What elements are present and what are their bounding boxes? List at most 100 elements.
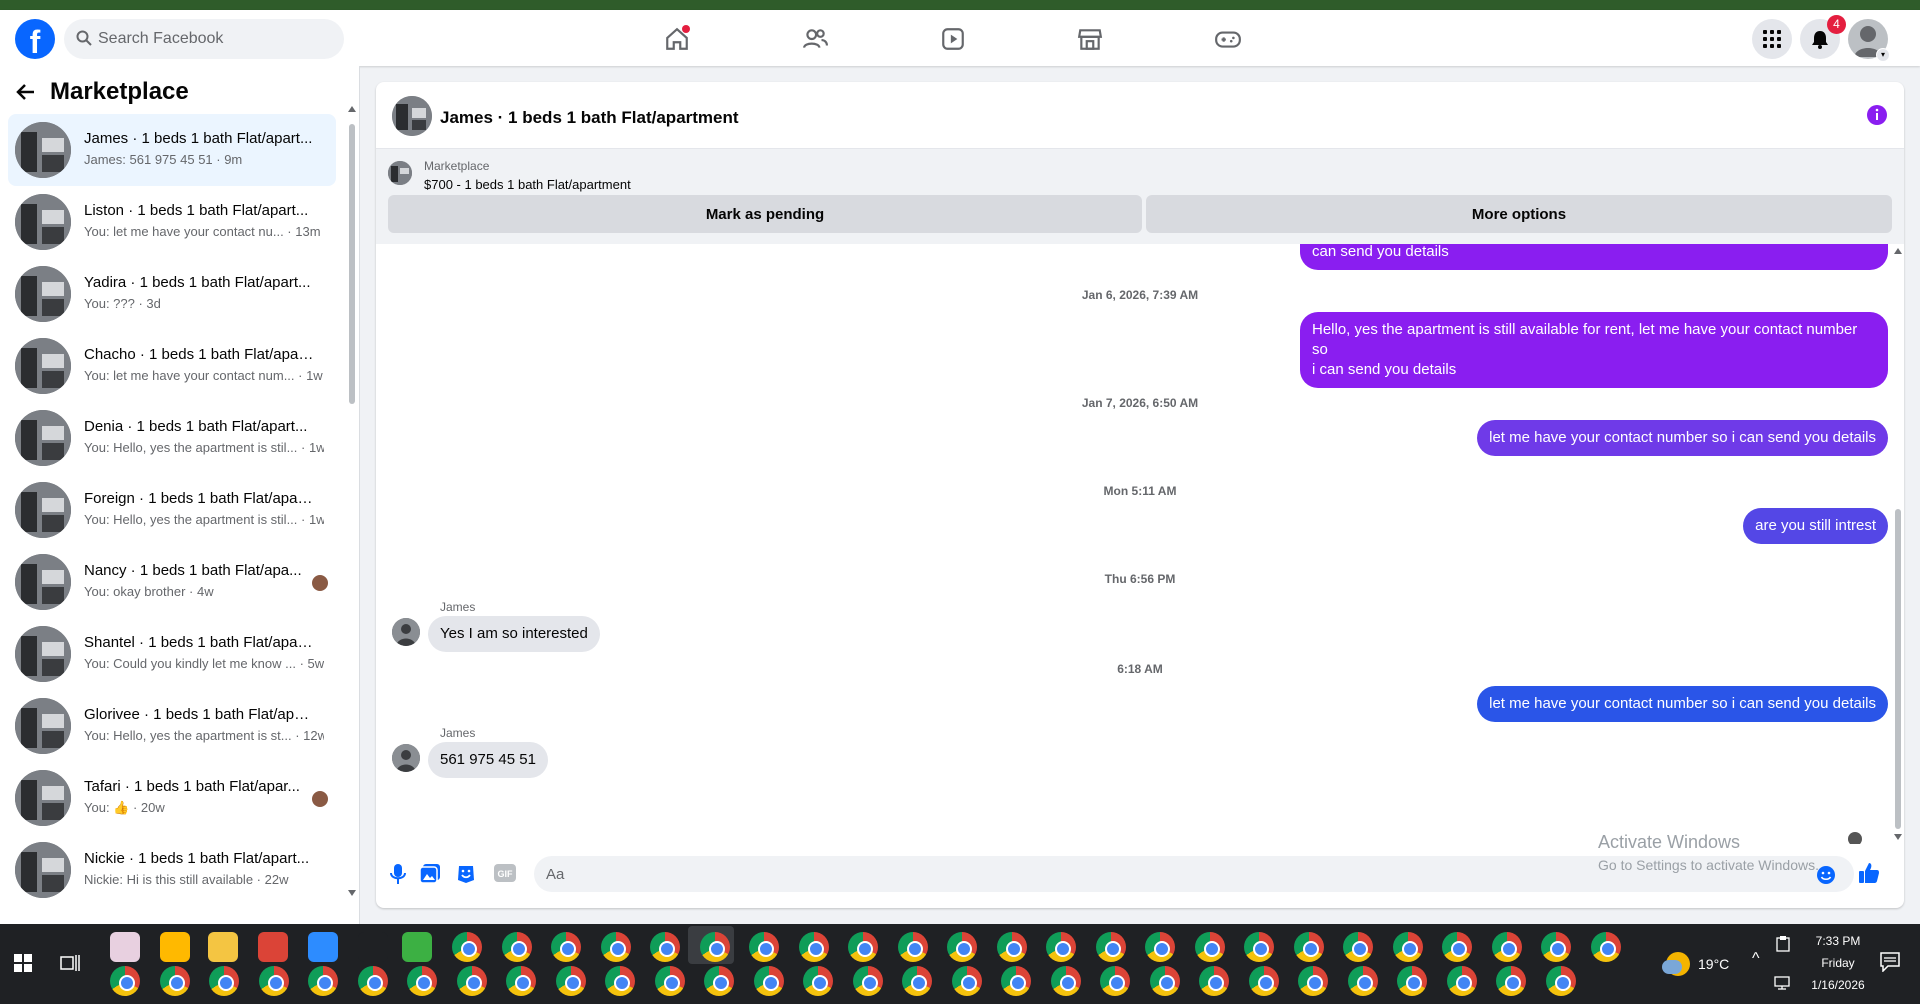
conversation-item[interactable]: James · 1 beds 1 bath Flat/apart... James… (8, 114, 336, 186)
chrome-window-icon[interactable] (551, 932, 581, 962)
nav-marketplace[interactable] (1060, 19, 1120, 59)
chrome-window-icon[interactable] (308, 966, 338, 996)
nav-gaming[interactable] (1198, 19, 1258, 59)
chrome-window-icon[interactable] (1199, 966, 1229, 996)
chat-title[interactable]: James · 1 beds 1 bath Flat/apartment (440, 108, 739, 128)
sender-avatar[interactable] (392, 618, 420, 646)
chrome-window-icon[interactable] (506, 966, 536, 996)
windows-start-icon[interactable] (14, 954, 32, 972)
scroll-down-icon[interactable] (348, 890, 356, 896)
scroll-up-icon[interactable] (1894, 248, 1902, 254)
emoji-icon[interactable] (1816, 865, 1836, 885)
chevron-up-icon[interactable]: ^ (1752, 950, 1760, 968)
conversation-item[interactable]: Chacho · 1 beds 1 bath Flat/apar... You: … (8, 330, 336, 402)
sidebar-scrollbar[interactable] (348, 106, 356, 896)
chrome-window-icon[interactable] (110, 966, 140, 996)
clock-time[interactable]: 7:33 PM (1808, 934, 1868, 948)
more-options-button[interactable]: More options (1146, 195, 1892, 233)
clock-date[interactable]: 1/16/2026 (1808, 978, 1868, 992)
chrome-window-icon[interactable] (1145, 932, 1175, 962)
copilot-icon[interactable] (160, 932, 190, 962)
network-icon[interactable] (1774, 976, 1790, 990)
clock-day[interactable]: Friday (1808, 956, 1868, 970)
conversation-item[interactable]: Yadira · 1 beds 1 bath Flat/apart... You:… (8, 258, 336, 330)
chrome-window-icon[interactable] (898, 932, 928, 962)
chat-scroll-thumb[interactable] (1895, 509, 1901, 829)
thumbs-up-icon[interactable] (1858, 862, 1880, 884)
chrome-window-icon[interactable] (1244, 932, 1274, 962)
chevron-down-icon[interactable]: ▾ (1876, 48, 1890, 62)
conversation-item[interactable]: Nancy · 1 beds 1 bath Flat/apa... You: ok… (8, 546, 336, 618)
search-box[interactable] (64, 19, 344, 59)
conversation-item[interactable]: Liston · 1 beds 1 bath Flat/apart... You:… (8, 186, 336, 258)
notifications-button[interactable]: 4 (1800, 15, 1846, 59)
chrome-window-icon[interactable] (209, 966, 239, 996)
chrome-window-icon[interactable] (1249, 966, 1279, 996)
chrome-window-icon[interactable] (1195, 932, 1225, 962)
photo-icon[interactable] (420, 864, 440, 884)
paint-app-icon[interactable] (110, 932, 140, 962)
sidebar-scroll-thumb[interactable] (349, 124, 355, 404)
conversation-item[interactable]: Tafari · 1 beds 1 bath Flat/apar... You: … (8, 762, 336, 834)
message-bubble-outgoing[interactable]: let me have your contact number so i can… (1477, 686, 1888, 722)
chrome-window-icon[interactable] (601, 932, 631, 962)
nav-video[interactable] (923, 19, 983, 59)
chrome-window-icon[interactable] (1393, 932, 1423, 962)
chrome-window-icon[interactable] (947, 932, 977, 962)
chrome-window-icon[interactable] (754, 966, 784, 996)
chrome-window-icon[interactable] (1348, 966, 1378, 996)
chrome-window-icon[interactable] (1447, 966, 1477, 996)
chrome-window-icon[interactable] (799, 932, 829, 962)
nav-friends[interactable] (785, 19, 845, 59)
chrome-window-icon[interactable] (1294, 932, 1324, 962)
chrome-window-icon[interactable] (853, 966, 883, 996)
conversation-item[interactable]: Foreign · 1 beds 1 bath Flat/apar... You:… (8, 474, 336, 546)
chrome-window-icon[interactable] (160, 966, 190, 996)
action-center-icon[interactable] (1880, 952, 1900, 972)
chrome-window-icon[interactable] (457, 966, 487, 996)
chrome-window-icon[interactable] (1001, 966, 1031, 996)
vs-app-icon[interactable] (358, 932, 388, 962)
chrome-window-icon[interactable] (1541, 932, 1571, 962)
chrome-window-icon[interactable] (1100, 966, 1130, 996)
chrome-window-icon[interactable] (259, 966, 289, 996)
chrome-window-icon[interactable] (848, 932, 878, 962)
message-bubble-outgoing[interactable]: let me have your contact number so i can… (1477, 420, 1888, 456)
chrome-window-icon[interactable] (1298, 966, 1328, 996)
microphone-icon[interactable] (390, 864, 406, 884)
chrome-window-icon[interactable] (650, 932, 680, 962)
telegram-icon[interactable] (308, 932, 338, 962)
file-explorer-icon[interactable] (208, 932, 238, 962)
chrome-window-icon[interactable] (704, 966, 734, 996)
message-bubble-outgoing[interactable]: Hello, yes the apartment is still availa… (1300, 312, 1888, 388)
chrome-window-icon[interactable] (655, 966, 685, 996)
search-input[interactable] (98, 19, 328, 59)
chrome-window-icon[interactable] (1397, 966, 1427, 996)
scroll-up-icon[interactable] (348, 106, 356, 112)
conversation-item[interactable]: Shantel · 1 beds 1 bath Flat/apar... You:… (8, 618, 336, 690)
listing-thumbnail[interactable] (388, 161, 412, 185)
cl-app-icon[interactable] (402, 932, 432, 962)
chat-listing-avatar[interactable] (392, 96, 432, 136)
gif-icon[interactable]: GIF (494, 864, 516, 882)
message-bubble-incoming[interactable]: 561 975 45 51 (428, 742, 548, 778)
chrome-window-icon[interactable] (556, 966, 586, 996)
facebook-logo[interactable]: f (15, 19, 55, 59)
scroll-down-icon[interactable] (1894, 834, 1902, 840)
chrome-window-icon[interactable] (700, 932, 730, 962)
chrome-window-icon[interactable] (1343, 932, 1373, 962)
chrome-window-icon[interactable] (1096, 932, 1126, 962)
sticker-icon[interactable] (456, 864, 476, 884)
chrome-window-icon[interactable] (407, 966, 437, 996)
chrome-window-icon[interactable] (1150, 966, 1180, 996)
message-bubble-outgoing[interactable]: can send you details (1300, 244, 1888, 270)
info-icon[interactable] (1866, 104, 1888, 126)
chrome-window-icon[interactable] (1492, 932, 1522, 962)
chrome-profile-icon[interactable] (258, 932, 288, 962)
chrome-window-icon[interactable] (452, 932, 482, 962)
chat-scrollbar[interactable] (1892, 244, 1904, 844)
chrome-window-icon[interactable] (1046, 932, 1076, 962)
chrome-window-icon[interactable] (1442, 932, 1472, 962)
weather-icon[interactable] (1662, 952, 1690, 976)
sender-avatar[interactable] (392, 744, 420, 772)
